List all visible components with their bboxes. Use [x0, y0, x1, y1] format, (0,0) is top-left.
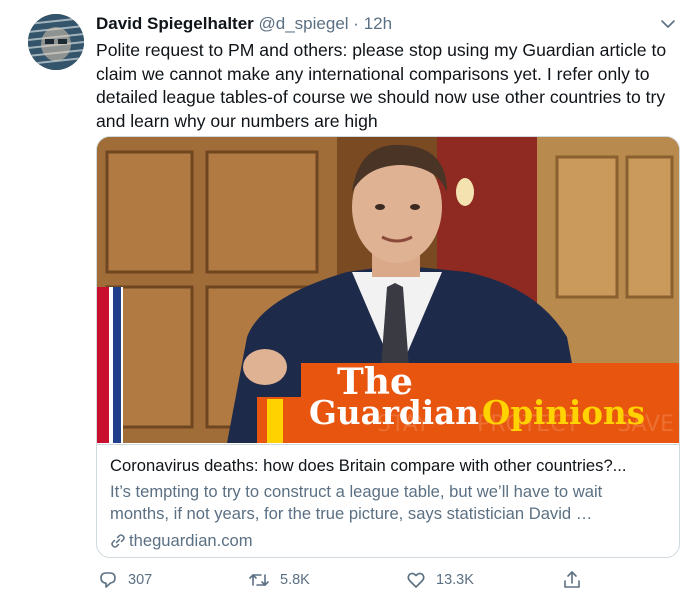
- tweet[interactable]: David Spiegelhalter @d_spiegel · 12h Pol…: [0, 0, 681, 601]
- link-icon: [111, 534, 125, 548]
- tweet-header: David Spiegelhalter @d_spiegel · 12h: [96, 13, 392, 35]
- card-image: STAY PROTECT SAVE The Guardian Opinions: [97, 137, 679, 443]
- logo-guardian: Guardian: [309, 393, 479, 432]
- caret-down-icon[interactable]: [660, 16, 676, 32]
- like-icon: [407, 572, 425, 588]
- tweet-text: Polite request to PM and others: please …: [96, 40, 667, 131]
- like-button[interactable]: 13.3K: [406, 566, 474, 594]
- avatar[interactable]: [28, 14, 84, 70]
- author-handle[interactable]: @d_spiegel: [259, 14, 349, 33]
- card-domain-text: theguardian.com: [129, 531, 253, 550]
- share-button[interactable]: [562, 566, 592, 594]
- card-domain[interactable]: theguardian.com: [110, 530, 253, 552]
- like-count: 13.3K: [436, 572, 474, 588]
- tweet-time[interactable]: 12h: [364, 14, 392, 33]
- logo-opinions: Opinions: [482, 393, 645, 432]
- share-icon: [564, 571, 580, 588]
- retweet-icon: [249, 574, 269, 586]
- card-description: It’s tempting to try to construct a leag…: [110, 482, 603, 523]
- author-name[interactable]: David Spiegelhalter: [96, 14, 254, 33]
- retweet-count: 5.8K: [280, 572, 310, 588]
- tweet-actions: 307 5.8K 13.3K: [96, 566, 656, 594]
- link-card[interactable]: STAY PROTECT SAVE The Guardian Opinions …: [96, 136, 680, 558]
- separator: ·: [353, 14, 359, 33]
- reply-count: 307: [128, 572, 153, 588]
- card-body[interactable]: Coronavirus deaths: how does Britain com…: [97, 444, 679, 557]
- card-title[interactable]: Coronavirus deaths: how does Britain com…: [110, 455, 670, 477]
- reply-icon: [100, 572, 116, 588]
- reply-button[interactable]: 307: [98, 566, 152, 594]
- retweet-button[interactable]: 5.8K: [248, 566, 310, 594]
